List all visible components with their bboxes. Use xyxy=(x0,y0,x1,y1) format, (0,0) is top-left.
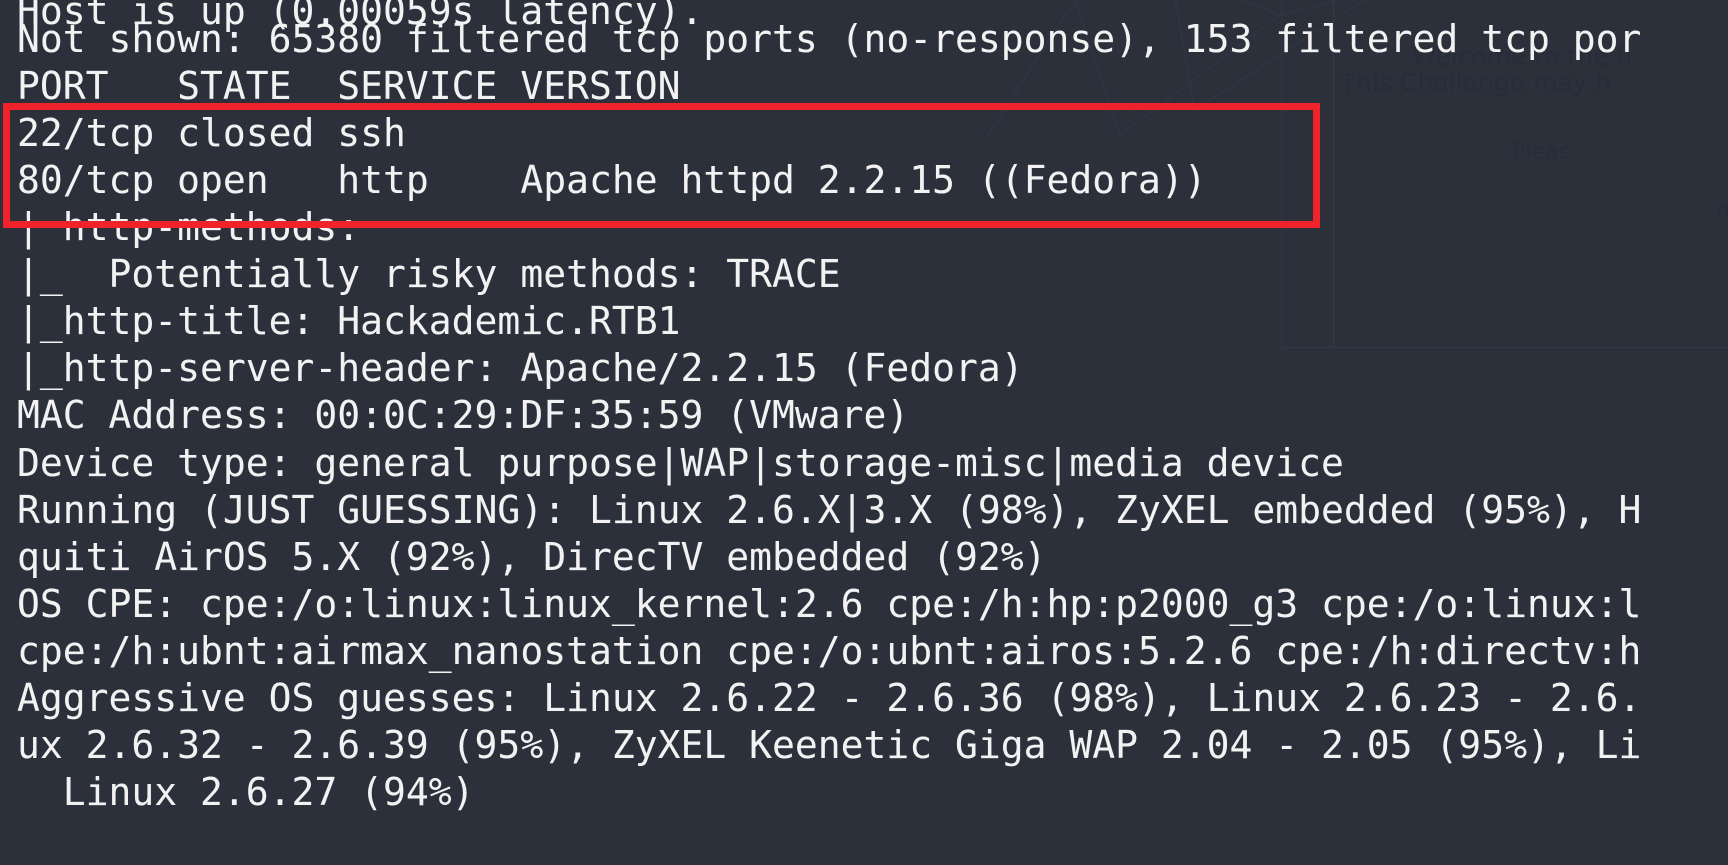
terminal-line: Linux 2.6.27 (94%) xyxy=(17,770,475,814)
terminal-line: quiti AirOS 5.X (92%), DirecTV embedded … xyxy=(17,535,1047,579)
terminal-line: Device type: general purpose|WAP|storage… xyxy=(17,441,1344,485)
terminal-line: |_http-title: Hackademic.RTB1 xyxy=(17,299,681,343)
terminal-line: |_http-server-header: Apache/2.2.15 (Fed… xyxy=(17,346,1024,390)
terminal-output[interactable]: Host is up (0.00059s latency). Not shown:… xyxy=(0,0,1728,865)
terminal-line: cpe:/h:ubnt:airmax_nanostation cpe:/o:ub… xyxy=(17,629,1642,673)
terminal-line: 22/tcp closed ssh xyxy=(17,111,406,155)
terminal-line: MAC Address: 00:0C:29:DF:35:59 (VMware) xyxy=(17,393,910,437)
terminal-line: 80/tcp open http Apache httpd 2.2.15 ((F… xyxy=(17,158,1207,202)
terminal-line: Running (JUST GUESSING): Linux 2.6.X|3.X… xyxy=(17,488,1642,532)
terminal-line: OS CPE: cpe:/o:linux:linux_kernel:2.6 cp… xyxy=(17,582,1642,626)
terminal-line: | http-methods: xyxy=(17,205,361,249)
terminal-line: |_ Potentially risky methods: TRACE xyxy=(17,252,841,296)
terminal-line: PORT STATE SERVICE VERSION xyxy=(17,64,681,108)
terminal-line: Aggressive OS guesses: Linux 2.6.22 - 2.… xyxy=(17,676,1642,720)
terminal-line: ux 2.6.32 - 2.6.39 (95%), ZyXEL Keenetic… xyxy=(17,723,1642,767)
screenshot-root: Welcome to the fi This Challenge may h P… xyxy=(0,0,1728,865)
terminal-line: Not shown: 65380 filtered tcp ports (no-… xyxy=(17,17,1642,61)
